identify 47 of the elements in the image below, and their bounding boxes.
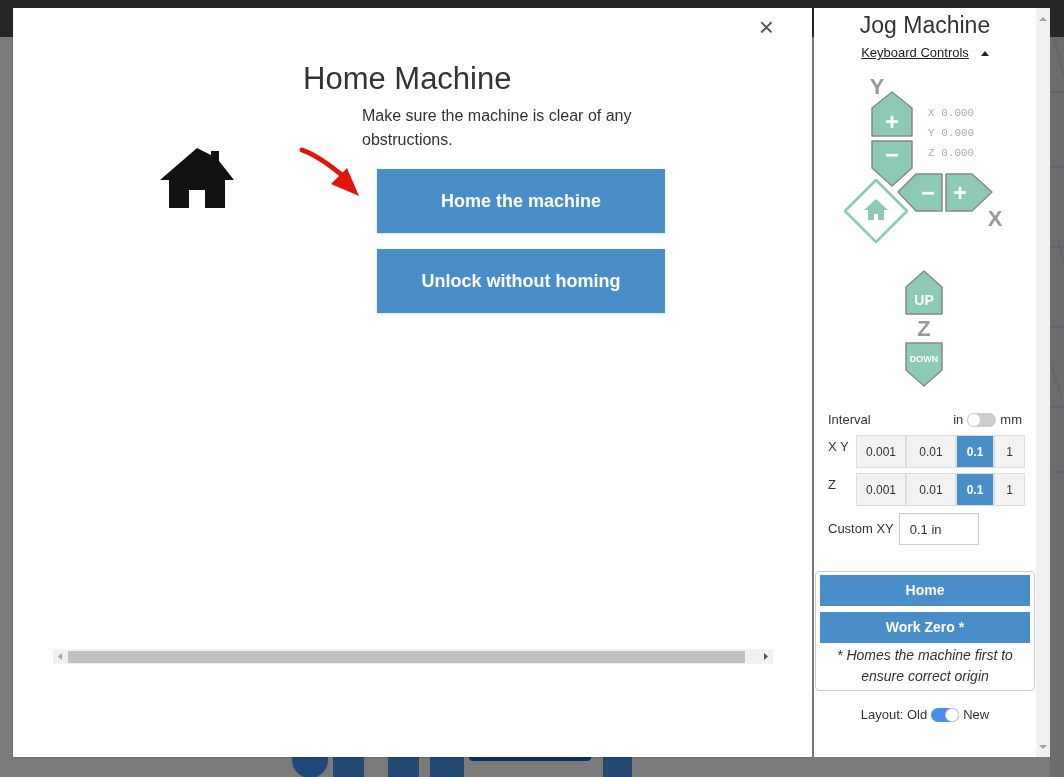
instruction-text: Make sure the machine is clear of any obstructions. <box>362 106 633 150</box>
vertical-scrollbar[interactable] <box>1036 8 1050 757</box>
position-readout: Y 0.000 <box>928 126 975 141</box>
axis-label: X Y <box>828 438 850 456</box>
unit-label: in <box>953 411 964 429</box>
axis-label: Z <box>828 476 837 494</box>
annotation-arrow <box>299 146 361 198</box>
layout-toggle[interactable] <box>931 707 960 722</box>
scroll-down-icon[interactable] <box>1039 744 1047 750</box>
position-readout: X 0.000 <box>928 106 975 121</box>
interval-option[interactable]: 0.1 <box>956 473 994 506</box>
interval-option[interactable]: 1 <box>994 473 1025 506</box>
dialog-button[interactable]: Home the machine <box>377 169 665 233</box>
close-button[interactable]: × <box>758 14 774 40</box>
z-up-button[interactable]: UP <box>905 270 943 315</box>
jog-button[interactable]: − <box>871 140 913 187</box>
layout-label: New <box>963 706 990 724</box>
scrollbar-thumb[interactable] <box>68 650 745 663</box>
interval-option[interactable]: 0.1 <box>956 435 994 468</box>
interval-option[interactable]: 0.001 <box>856 435 906 468</box>
home-button[interactable]: Home <box>820 575 1030 606</box>
caret-icon[interactable] <box>980 49 989 56</box>
position-readout: Z 0.000 <box>928 146 975 161</box>
axis-label: Z <box>917 316 931 341</box>
horizontal-scrollbar[interactable] <box>53 649 773 664</box>
z-down-button[interactable]: DOWN <box>905 342 943 387</box>
interval-option[interactable]: 0.001 <box>856 473 906 506</box>
jog-button[interactable]: + <box>945 173 993 212</box>
unit-toggle[interactable] <box>967 412 997 427</box>
dialog-button[interactable]: Unlock without homing <box>377 249 665 313</box>
scroll-up-icon[interactable] <box>1039 16 1047 22</box>
panel-title: Jog Machine <box>858 11 992 40</box>
home-button[interactable] <box>843 178 909 244</box>
work-zero-button[interactable]: Work Zero * <box>820 612 1030 643</box>
keyboard-controls-link[interactable]: Keyboard Controls <box>861 43 969 63</box>
custom-xy-field[interactable]: 0.1 in <box>898 513 979 545</box>
dialog-title: Home Machine <box>303 60 512 98</box>
interval-label: Interval <box>828 411 871 429</box>
unit-label: mm <box>1000 411 1022 429</box>
home-icon <box>160 148 234 208</box>
layout-label: Layout: Old <box>860 706 928 724</box>
custom-xy-label: Custom XY <box>828 520 894 539</box>
homing-note: * Homes the machine first to ensure correct origin <box>836 646 1014 686</box>
interval-option[interactable]: 1 <box>994 435 1025 468</box>
interval-option[interactable]: 0.01 <box>906 473 956 506</box>
jog-button[interactable]: − <box>897 173 943 212</box>
interval-option[interactable]: 0.01 <box>906 435 956 468</box>
